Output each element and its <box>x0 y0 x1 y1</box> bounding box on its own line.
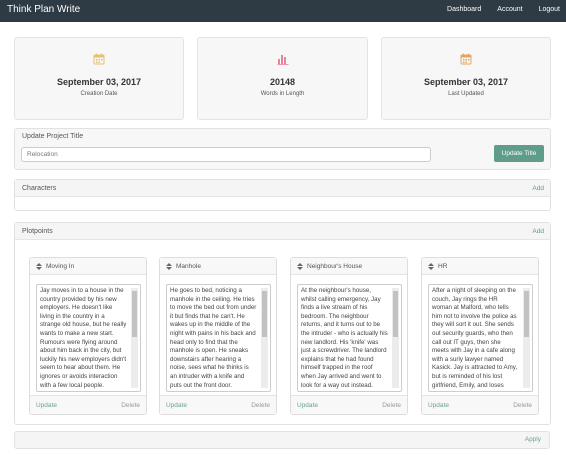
nav-dashboard-link[interactable]: Dashboard <box>447 6 481 13</box>
bar-chart-icon <box>277 53 289 65</box>
plotpoints-panel: Plotpoints Add Moving In Jay moves in to… <box>14 222 551 425</box>
update-title-button[interactable]: Update Title <box>494 145 544 162</box>
add-plotpoint-link[interactable]: Add <box>532 228 544 235</box>
plotpoint-textarea[interactable]: He goes to bed, noticing a manhole in th… <box>166 284 271 392</box>
plotpoint-title: HR <box>438 262 448 270</box>
apply-bar: Apply <box>14 431 550 449</box>
plotpoint-title: Manhole <box>176 262 201 270</box>
update-title-panel: Update Project Title Relocation Update T… <box>14 128 551 170</box>
plotpoint-delete-link[interactable]: Delete <box>513 402 532 409</box>
plotpoint-title: Neighbour's House <box>307 262 363 270</box>
sort-handle-icon[interactable] <box>297 262 303 270</box>
textarea-scrollbar[interactable] <box>523 288 530 388</box>
plotpoint-card: Manhole He goes to bed, noticing a manho… <box>159 257 277 415</box>
plotpoint-textarea[interactable]: Jay moves in to a house in the country p… <box>36 284 141 392</box>
plotpoint-textarea[interactable]: At the neighbour's house, whilst calling… <box>297 284 402 392</box>
scrollbar-thumb[interactable] <box>132 291 137 337</box>
plotpoints-header: Plotpoints Add <box>15 223 550 240</box>
plotpoint-footer: Update Delete <box>160 395 276 414</box>
last-updated-label: Last Updated <box>448 91 484 97</box>
word-count-value: 20148 <box>269 77 296 87</box>
nav-logout-link[interactable]: Logout <box>539 6 560 13</box>
creation-date-card: September 03, 2017 Creation Date <box>14 37 184 120</box>
scrollbar-thumb[interactable] <box>524 291 529 337</box>
characters-title: Characters <box>22 184 57 192</box>
plotpoint-update-link[interactable]: Update <box>297 402 318 409</box>
calendar-icon <box>460 53 472 65</box>
plotpoint-delete-link[interactable]: Delete <box>121 402 140 409</box>
plotpoint-footer: Update Delete <box>422 395 538 414</box>
characters-header: Characters Add <box>15 180 550 197</box>
plotpoint-update-link[interactable]: Update <box>428 402 449 409</box>
textarea-scrollbar[interactable] <box>131 288 138 388</box>
scrollbar-thumb[interactable] <box>262 291 267 337</box>
plotpoint-textarea[interactable]: After a night of sleeping on the couch, … <box>428 284 533 392</box>
plotpoint-card: Moving In Jay moves in to a house in the… <box>29 257 147 415</box>
textarea-scrollbar[interactable] <box>261 288 268 388</box>
add-character-link[interactable]: Add <box>532 185 544 192</box>
word-count-card: 20148 Words in Length <box>197 37 368 120</box>
last-updated-value: September 03, 2017 <box>423 77 509 87</box>
plotpoint-title: Moving In <box>46 262 75 270</box>
word-count-label: Words in Length <box>260 91 305 97</box>
update-title-heading: Update Project Title <box>22 133 84 140</box>
sort-handle-icon[interactable] <box>36 262 42 270</box>
characters-panel: Characters Add <box>14 179 551 211</box>
scrollbar-thumb[interactable] <box>393 291 398 337</box>
plotpoint-delete-link[interactable]: Delete <box>251 402 270 409</box>
calendar-icon <box>93 53 105 65</box>
plotpoints-title: Plotpoints <box>22 227 53 235</box>
plotpoint-card: Neighbour's House At the neighbour's hou… <box>290 257 408 415</box>
plotpoint-text: He goes to bed, noticing a manhole in th… <box>170 287 257 389</box>
plotpoint-delete-link[interactable]: Delete <box>382 402 401 409</box>
sort-handle-icon[interactable] <box>428 262 434 270</box>
plotpoint-text: After a night of sleeping on the couch, … <box>432 287 518 391</box>
plotpoint-header: Neighbour's House <box>291 258 407 275</box>
creation-date-value: September 03, 2017 <box>56 77 142 87</box>
plotpoint-header: Moving In <box>30 258 146 275</box>
nav-links: Dashboard Account Logout <box>447 6 560 13</box>
textarea-scrollbar[interactable] <box>392 288 399 388</box>
plotpoint-card: HR After a night of sleeping on the couc… <box>421 257 539 415</box>
sort-handle-icon[interactable] <box>166 262 172 270</box>
plotpoint-text: At the neighbour's house, whilst calling… <box>301 287 388 389</box>
nav-account-link[interactable]: Account <box>497 6 522 13</box>
plotpoint-update-link[interactable]: Update <box>36 402 57 409</box>
apply-button[interactable]: Apply <box>525 436 541 443</box>
plotpoint-footer: Update Delete <box>291 395 407 414</box>
plotpoint-text: Jay moves in to a house in the country p… <box>40 287 127 389</box>
last-updated-card: September 03, 2017 Last Updated <box>381 37 551 120</box>
creation-date-label: Creation Date <box>80 91 118 97</box>
top-navbar: Think Plan Write Dashboard Account Logou… <box>0 0 566 22</box>
project-title-input[interactable]: Relocation <box>21 147 431 162</box>
brand-logo-text[interactable]: Think Plan Write <box>7 4 80 15</box>
plotpoint-header: Manhole <box>160 258 276 275</box>
plotpoint-update-link[interactable]: Update <box>166 402 187 409</box>
plotpoint-footer: Update Delete <box>30 395 146 414</box>
plotpoint-header: HR <box>422 258 538 275</box>
